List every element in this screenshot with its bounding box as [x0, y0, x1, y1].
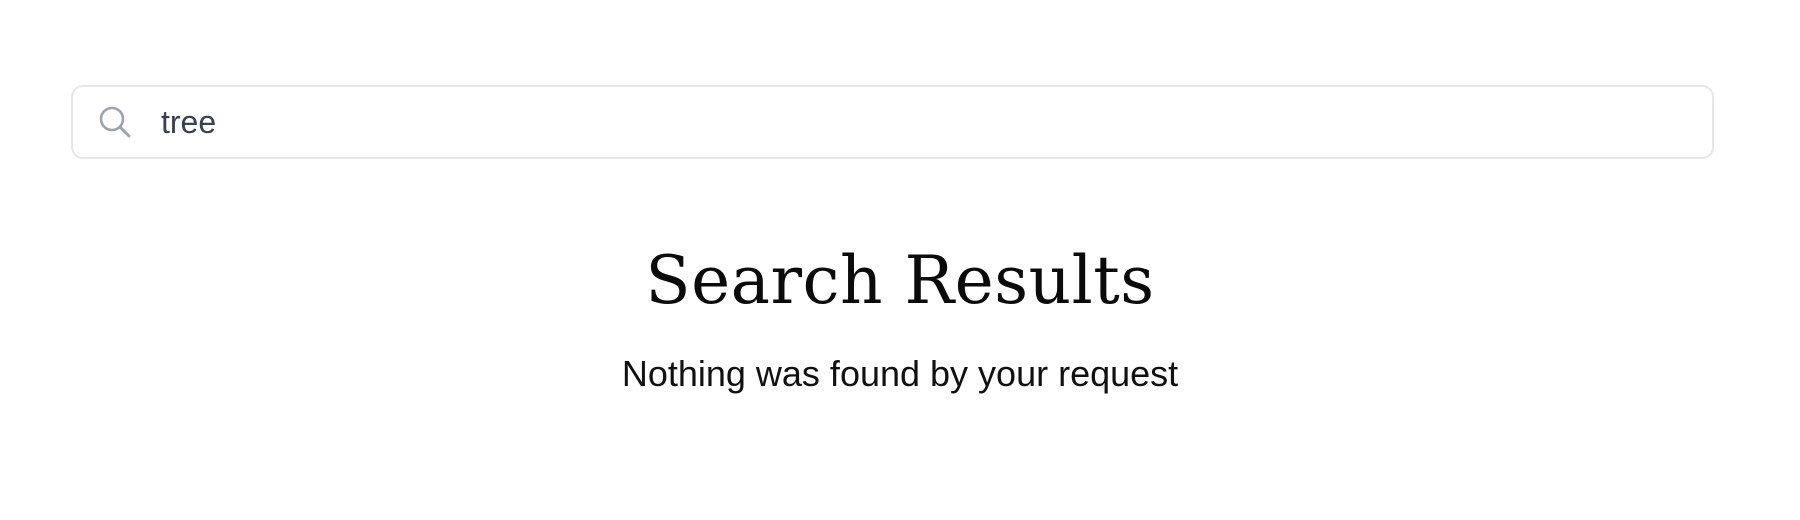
- search-icon: [99, 106, 131, 138]
- page-title: Search Results: [645, 242, 1155, 319]
- search-bar[interactable]: [71, 85, 1714, 159]
- no-results-message: Nothing was found by your request: [621, 353, 1179, 394]
- search-input[interactable]: [161, 87, 1692, 157]
